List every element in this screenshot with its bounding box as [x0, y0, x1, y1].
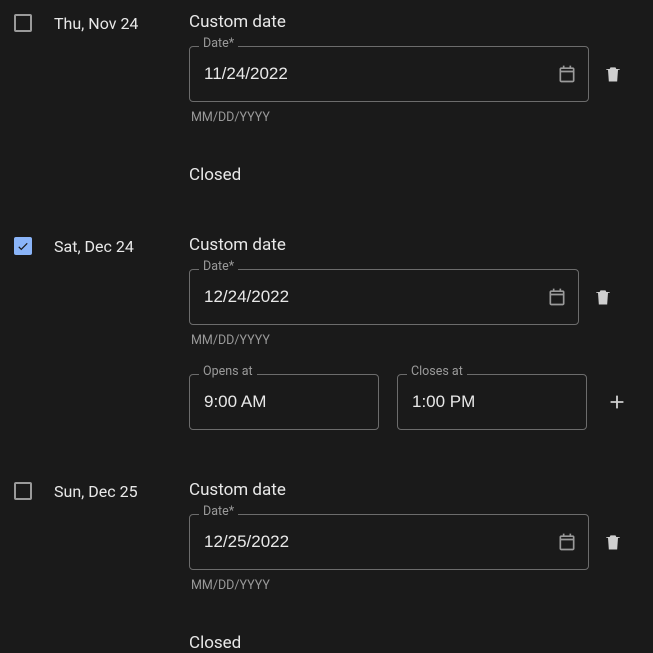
day-label: Sat, Dec 24 — [54, 235, 189, 256]
checkbox-col — [14, 480, 54, 504]
section-title: Custom date — [189, 235, 639, 255]
row-checkbox[interactable] — [14, 14, 32, 32]
date-float-label: Date* — [199, 38, 238, 51]
closed-text: Closed — [189, 633, 639, 653]
date-row: Sat, Dec 24 Custom date Date* MM/DD/YYYY… — [14, 235, 639, 430]
section-title: Custom date — [189, 480, 639, 500]
closes-field: Closes at — [397, 374, 587, 430]
date-helper: MM/DD/YYYY — [191, 110, 639, 125]
row-content: Custom date Date* MM/DD/YYYY Closed — [189, 12, 639, 185]
closes-float-label: Closes at — [407, 366, 467, 379]
section-title: Custom date — [189, 12, 639, 32]
date-field: Date* — [189, 46, 589, 102]
check-icon — [16, 239, 30, 253]
calendar-icon[interactable] — [557, 64, 577, 84]
date-float-label: Date* — [199, 261, 238, 274]
delete-icon[interactable] — [591, 285, 615, 309]
date-field: Date* — [189, 269, 579, 325]
date-helper: MM/DD/YYYY — [191, 578, 639, 593]
opens-field: Opens at — [189, 374, 379, 430]
date-field: Date* — [189, 514, 589, 570]
row-checkbox[interactable] — [14, 482, 32, 500]
date-row: Thu, Nov 24 Custom date Date* MM/DD/YYYY… — [14, 12, 639, 185]
checkbox-col — [14, 235, 54, 257]
row-checkbox[interactable] — [14, 237, 32, 255]
opens-input[interactable] — [189, 374, 379, 430]
row-content: Custom date Date* MM/DD/YYYY Closed — [189, 480, 639, 653]
time-row: Opens at Closes at — [189, 374, 639, 430]
calendar-icon[interactable] — [547, 287, 567, 307]
row-content: Custom date Date* MM/DD/YYYY Opens at Cl… — [189, 235, 639, 430]
opens-float-label: Opens at — [199, 366, 257, 379]
date-helper: MM/DD/YYYY — [191, 333, 639, 348]
delete-icon[interactable] — [601, 62, 625, 86]
date-row: Sun, Dec 25 Custom date Date* MM/DD/YYYY… — [14, 480, 639, 653]
checkbox-col — [14, 12, 54, 36]
closes-input[interactable] — [397, 374, 587, 430]
closed-text: Closed — [189, 165, 639, 185]
day-label: Sun, Dec 25 — [54, 480, 189, 501]
date-input[interactable] — [189, 514, 589, 570]
date-float-label: Date* — [199, 506, 238, 519]
date-input[interactable] — [189, 46, 589, 102]
plus-icon[interactable] — [605, 390, 629, 414]
date-input[interactable] — [189, 269, 579, 325]
calendar-icon[interactable] — [557, 532, 577, 552]
day-label: Thu, Nov 24 — [54, 12, 189, 33]
delete-icon[interactable] — [601, 530, 625, 554]
